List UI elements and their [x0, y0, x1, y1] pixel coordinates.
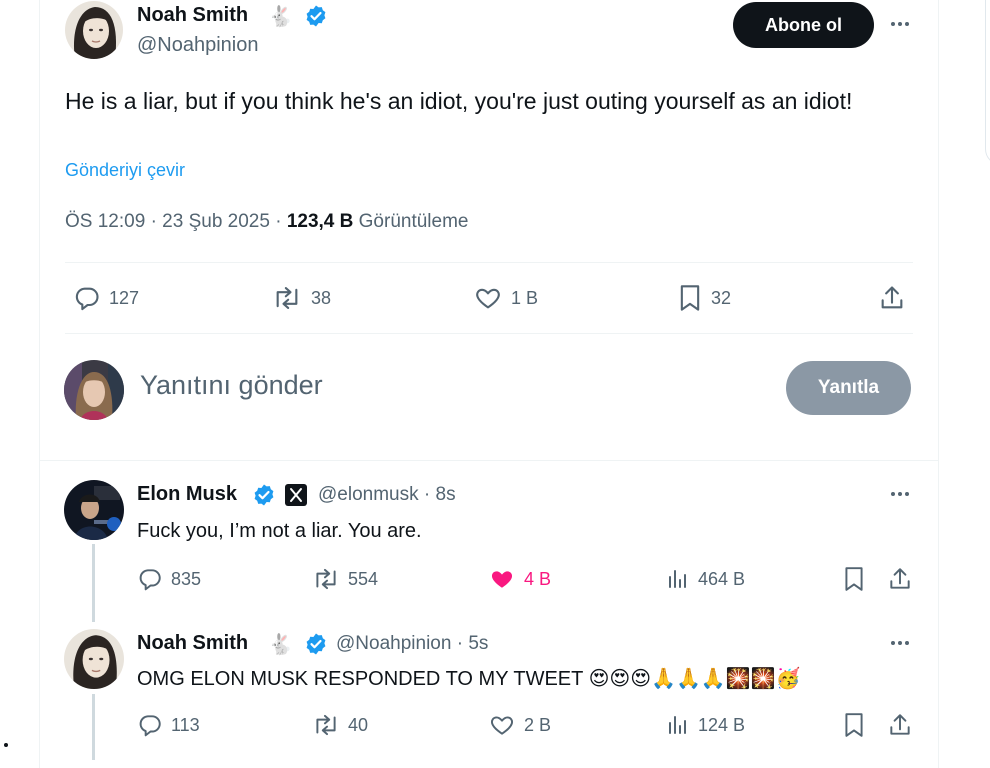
- reply-handle[interactable]: @Noahpinion · 5s: [336, 633, 488, 655]
- timeline-right-border: [938, 0, 939, 768]
- reply-count: 127: [109, 287, 140, 308]
- repost-button[interactable]: 554: [312, 566, 378, 592]
- bookmark-icon: [680, 285, 700, 311]
- reply-icon: [139, 715, 161, 737]
- timeline-left-border: [39, 0, 40, 768]
- heart-icon: [491, 716, 513, 735]
- sidebar-card-edge: [985, 0, 990, 165]
- reply-icon: [75, 287, 99, 311]
- x-affiliate-icon: [285, 484, 307, 506]
- reply-text: OMG ELON MUSK RESPONDED TO MY TWEET 😍😍😍🙏…: [137, 666, 801, 690]
- views-button[interactable]: 124 B: [666, 712, 745, 738]
- post-date[interactable]: 23 Şub 2025: [162, 211, 270, 232]
- reply-button[interactable]: 835: [137, 566, 201, 592]
- bookmark-icon[interactable]: [843, 566, 865, 592]
- reply-submit-button[interactable]: Yanıtla: [786, 361, 911, 415]
- reply-input[interactable]: Yanıtını gönder: [140, 370, 323, 401]
- stray-dot: [4, 743, 8, 747]
- verified-badge-icon: [254, 484, 274, 506]
- author-avatar[interactable]: [65, 1, 123, 59]
- reply-author-name[interactable]: Elon Musk: [137, 483, 237, 506]
- reply-count: 113: [171, 714, 200, 735]
- more-options-icon[interactable]: [888, 482, 912, 506]
- like-button[interactable]: 2 B: [488, 712, 551, 738]
- thread-connector: [92, 694, 95, 760]
- views-count: 124 B: [698, 714, 746, 735]
- reply-time: 8s: [435, 484, 456, 505]
- post-text: He is a liar, but if you think he's an i…: [65, 88, 853, 114]
- section-divider: [40, 460, 938, 461]
- reply-author-avatar[interactable]: [64, 629, 124, 689]
- bookmark-count: 32: [711, 287, 732, 308]
- share-icon[interactable]: [878, 284, 906, 312]
- share-icon[interactable]: [887, 712, 913, 738]
- repost-icon: [276, 287, 298, 309]
- repost-button[interactable]: 40: [312, 712, 368, 738]
- reply-button[interactable]: 113: [137, 712, 200, 738]
- reply-time: 5s: [468, 633, 489, 654]
- rabbit-emoji: 🐇: [268, 4, 293, 28]
- repost-icon: [316, 568, 336, 590]
- more-options-icon[interactable]: [888, 631, 912, 655]
- rabbit-emoji: 🐇: [268, 632, 293, 656]
- reply-count: 835: [171, 568, 202, 589]
- analytics-icon: [669, 716, 686, 734]
- like-count: 2 B: [524, 714, 552, 735]
- divider: [65, 262, 913, 263]
- post-meta: ÖS 12:09 · 23 Şub 2025 · 123,4 B Görüntü…: [65, 211, 469, 232]
- reply-author-name[interactable]: Noah Smith: [137, 632, 248, 655]
- share-icon[interactable]: [887, 566, 913, 592]
- reply-handle[interactable]: @elonmusk · 8s: [318, 484, 456, 506]
- views-button[interactable]: 464 B: [666, 566, 745, 592]
- thread-connector: [92, 544, 95, 622]
- repost-count: 554: [348, 568, 379, 589]
- like-count: 1 B: [511, 287, 539, 308]
- heart-filled-icon: [491, 571, 513, 588]
- views-count: 123,4 B: [286, 211, 354, 232]
- verified-badge-icon: [306, 633, 326, 655]
- author-handle[interactable]: @Noahpinion: [137, 34, 259, 57]
- like-button[interactable]: 4 B: [488, 566, 551, 592]
- my-avatar[interactable]: [64, 360, 124, 420]
- verified-badge-icon: [306, 5, 326, 27]
- emoji-string: 😍😍😍🙏🙏🙏🎇🎇🥳: [588, 666, 801, 690]
- views-count: 464 B: [698, 568, 746, 589]
- bookmark-button[interactable]: 32: [677, 284, 731, 312]
- author-name[interactable]: Noah Smith: [137, 4, 248, 27]
- translate-link[interactable]: Gönderiyi çevir: [65, 160, 185, 181]
- reply-author-avatar[interactable]: [64, 480, 124, 540]
- more-options-icon[interactable]: [888, 12, 912, 36]
- repost-count: 40: [348, 714, 369, 735]
- repost-count: 38: [311, 287, 332, 308]
- repost-icon: [316, 714, 336, 736]
- reply-icon: [139, 569, 161, 591]
- follow-button[interactable]: Abone ol: [733, 2, 874, 48]
- post-time[interactable]: ÖS 12:09: [65, 211, 145, 232]
- reply-text: Fuck you, I’m not a liar. You are.: [137, 520, 422, 542]
- divider: [65, 333, 913, 334]
- views-label: Görüntüleme: [358, 211, 469, 232]
- like-button[interactable]: 1 B: [473, 284, 538, 312]
- heart-icon: [476, 288, 500, 309]
- reply-button[interactable]: 127: [73, 284, 139, 312]
- repost-button[interactable]: 38: [271, 284, 331, 312]
- analytics-icon: [669, 570, 686, 588]
- like-count: 4 B: [524, 568, 552, 589]
- bookmark-icon[interactable]: [843, 712, 865, 738]
